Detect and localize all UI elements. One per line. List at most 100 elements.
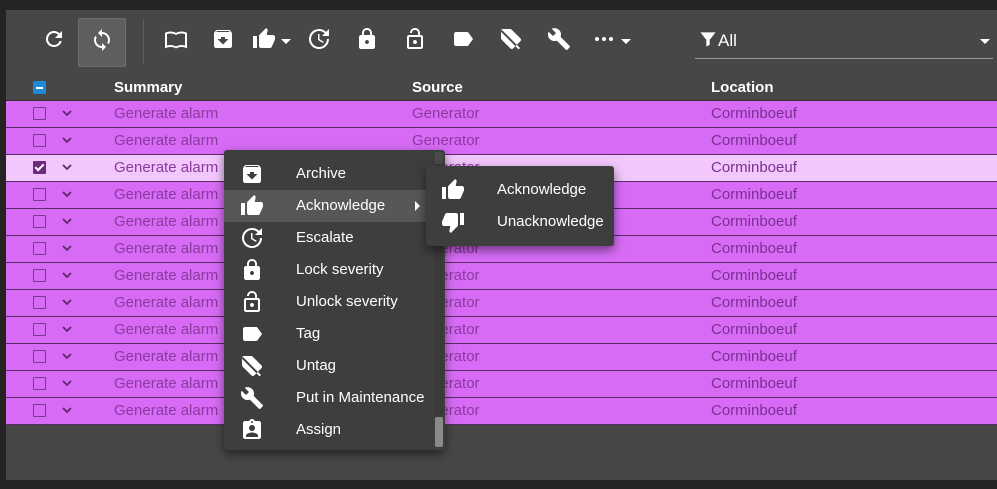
table-row[interactable]: Generate alarmGeneratorCorminboeuf [6, 101, 997, 128]
grid-header: Summary Source Location [6, 75, 997, 101]
escalate-icon [240, 226, 264, 250]
chevron-right-icon [415, 201, 420, 211]
cell-location: Corminboeuf [711, 348, 797, 365]
menu-item-label: Tag [296, 325, 321, 342]
submenu-item-acknowledge[interactable]: Acknowledge [426, 174, 614, 206]
cell-location: Corminboeuf [711, 402, 797, 419]
row-checkbox[interactable] [33, 242, 46, 255]
chevron-down-icon[interactable] [60, 295, 74, 309]
lock-icon [240, 258, 264, 282]
unlock-severity-button[interactable] [400, 18, 430, 65]
cell-summary: Generate alarm [114, 348, 219, 365]
menu-item-tag[interactable]: Tag [224, 318, 434, 350]
cell-summary: Generate alarm [114, 375, 219, 392]
table-row[interactable]: Generate alarmGeneratorCorminboeuf [6, 371, 997, 398]
menu-item-escalate[interactable]: Escalate [224, 222, 434, 254]
chevron-down-icon[interactable] [60, 133, 74, 147]
auto-refresh-icon [90, 28, 114, 57]
column-header-summary[interactable]: Summary [114, 79, 182, 96]
row-checkbox[interactable] [33, 188, 46, 201]
chevron-down-icon[interactable] [60, 349, 74, 363]
thumb-up-icon [441, 178, 465, 202]
column-header-source[interactable]: Source [412, 79, 463, 96]
menu-item-unlock-severity[interactable]: Unlock severity [224, 286, 434, 318]
menu-item-label: Archive [296, 165, 347, 182]
table-row[interactable]: Generate alarmGeneratorCorminboeuf [6, 398, 997, 425]
menu-item-label: Acknowledge [296, 197, 386, 214]
submenu-item-unacknowledge[interactable]: Unacknowledge [426, 206, 614, 238]
table-row[interactable]: Generate alarmGeneratorCorminboeuf [6, 344, 997, 371]
cell-summary: Generate alarm [114, 402, 219, 419]
scrollbar-thumb[interactable] [435, 417, 443, 447]
tag-icon [451, 27, 475, 56]
details-button[interactable] [161, 18, 191, 65]
chevron-down-icon[interactable] [60, 268, 74, 282]
menu-item-label: Untag [296, 357, 337, 374]
open-book-icon [164, 27, 188, 56]
row-checkbox[interactable] [33, 269, 46, 282]
cell-location: Corminboeuf [711, 186, 797, 203]
unlock-icon [240, 290, 264, 314]
maintenance-button[interactable] [544, 18, 574, 65]
select-all-checkbox[interactable] [33, 81, 46, 94]
cell-location: Corminboeuf [711, 321, 797, 338]
menu-item-archive[interactable]: Archive [224, 158, 434, 190]
chevron-down-icon[interactable] [60, 160, 74, 174]
menu-item-assign[interactable]: Assign [224, 414, 434, 446]
table-row[interactable]: Generate alarmGeneratorCorminboeuf [6, 263, 997, 290]
row-checkbox[interactable] [33, 404, 46, 417]
row-checkbox[interactable] [33, 215, 46, 228]
row-checkbox[interactable] [33, 377, 46, 390]
toolbar-separator [143, 19, 144, 64]
refresh-button[interactable] [39, 18, 69, 65]
row-checkbox[interactable] [33, 296, 46, 309]
acknowledge-dropdown-button[interactable] [248, 18, 294, 65]
lock-severity-button[interactable] [352, 18, 382, 65]
menu-item-label: Unlock severity [296, 293, 398, 310]
menu-item-put-in-maintenance[interactable]: Put in Maintenance [224, 382, 434, 414]
cell-summary: Generate alarm [114, 294, 219, 311]
chevron-down-icon[interactable] [60, 322, 74, 336]
auto-refresh-button[interactable] [78, 18, 126, 67]
table-row[interactable]: Generate alarmGeneratorCorminboeuf [6, 128, 997, 155]
menu-item-label: Put in Maintenance [296, 389, 425, 406]
cell-summary: Generate alarm [114, 105, 219, 122]
row-checkbox[interactable] [33, 323, 46, 336]
lock-icon [355, 27, 379, 56]
row-checkbox[interactable] [33, 134, 46, 147]
chevron-down-icon[interactable] [60, 403, 74, 417]
column-header-location[interactable]: Location [711, 79, 774, 96]
filter-select[interactable]: All [695, 24, 993, 59]
untag-icon [240, 354, 264, 378]
cell-summary: Generate alarm [114, 213, 219, 230]
table-row[interactable]: Generate alarmGeneratorCorminboeuf [6, 290, 997, 317]
row-checkbox[interactable] [33, 161, 46, 174]
chevron-down-icon[interactable] [60, 187, 74, 201]
cell-summary: Generate alarm [114, 159, 219, 176]
submenu-item-label: Unacknowledge [497, 213, 604, 230]
menu-item-untag[interactable]: Untag [224, 350, 434, 382]
menu-item-acknowledge[interactable]: Acknowledge [224, 190, 434, 222]
chevron-down-icon[interactable] [60, 214, 74, 228]
toolbar: All [6, 10, 997, 74]
row-checkbox[interactable] [33, 350, 46, 363]
thumb-up-icon [240, 194, 264, 218]
cell-location: Corminboeuf [711, 267, 797, 284]
menu-item-lock-severity[interactable]: Lock severity [224, 254, 434, 286]
cell-location: Corminboeuf [711, 105, 797, 122]
tag-button[interactable] [448, 18, 478, 65]
chevron-down-icon[interactable] [60, 241, 74, 255]
more-actions-button[interactable] [588, 18, 634, 65]
escalate-button[interactable] [304, 18, 334, 65]
archive-button[interactable] [208, 18, 238, 65]
chevron-down-icon [980, 39, 990, 44]
wrench-icon [240, 386, 264, 410]
chevron-down-icon[interactable] [60, 106, 74, 120]
chevron-down-icon[interactable] [60, 376, 74, 390]
menu-item-label: Lock severity [296, 261, 384, 278]
untag-button[interactable] [496, 18, 526, 65]
table-row[interactable]: Generate alarmGeneratorCorminboeuf [6, 317, 997, 344]
row-checkbox[interactable] [33, 107, 46, 120]
chevron-down-icon [280, 39, 291, 44]
chevron-down-icon [620, 39, 631, 44]
